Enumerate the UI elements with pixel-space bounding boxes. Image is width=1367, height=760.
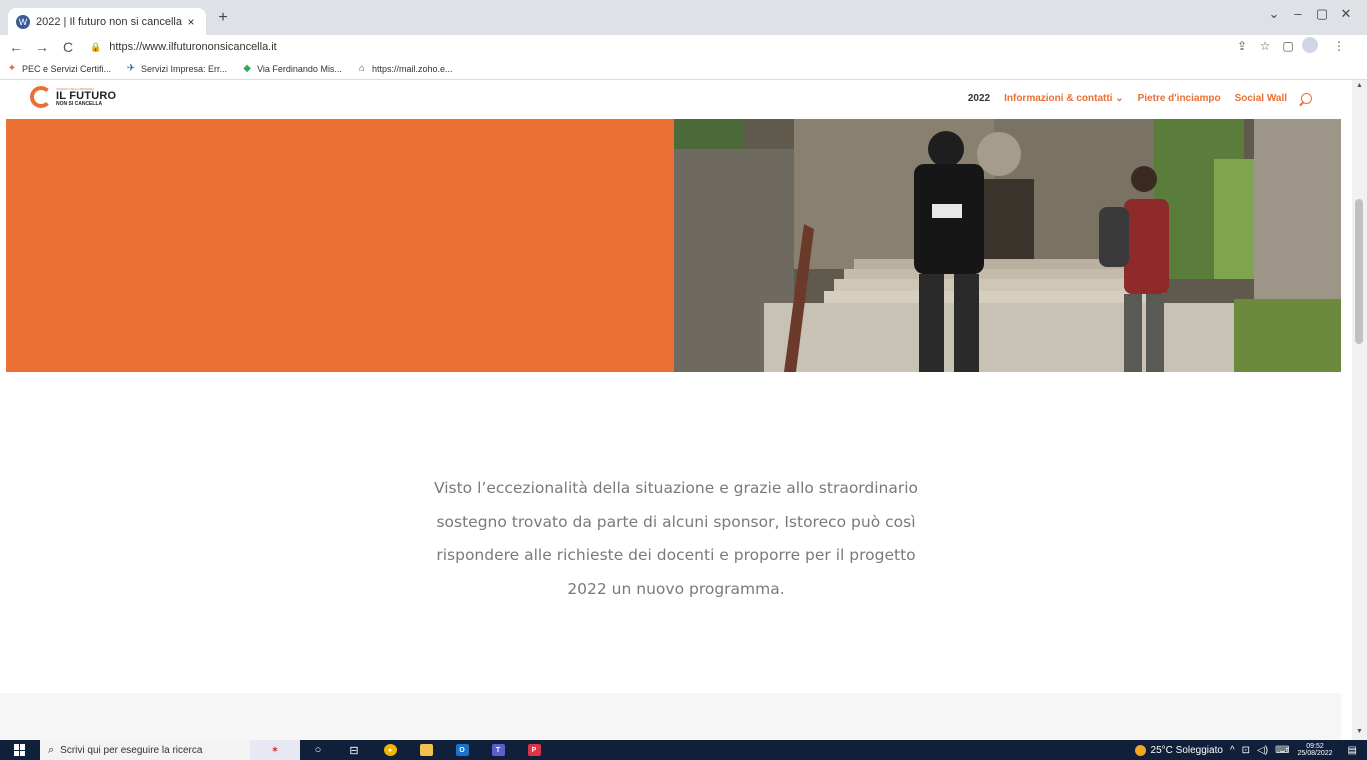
bookmark-label: Servizi Impresa: Err...: [141, 64, 228, 74]
bookmark-zoho-mail[interactable]: ⌂ https://mail.zoho.e...: [356, 63, 453, 75]
intro-paragraph: Visto l’eccezionalità della situazione e…: [433, 479, 919, 598]
system-tray: 25°C Soleggiato ^ ⊡ ◁) ⌨ 09:52 25/08/202…: [1134, 740, 1367, 760]
bookmark-pec[interactable]: ✦ PEC e Servizi Certifi...: [6, 63, 111, 75]
ime-icon[interactable]: ⌨: [1275, 745, 1289, 756]
bookmarks-bar: ✦ PEC e Servizi Certifi... ✈ Servizi Imp…: [0, 59, 1367, 80]
back-button[interactable]: ←: [6, 39, 26, 55]
wordpress-icon: W: [16, 14, 30, 29]
nav-item-pietre[interactable]: Pietre d'inciampo: [1138, 93, 1221, 104]
network-icon[interactable]: ⊡: [1242, 745, 1250, 756]
search-highlight-image[interactable]: ✶: [250, 740, 300, 760]
close-window-button[interactable]: ✕: [1334, 6, 1358, 22]
task-view-icon[interactable]: ⊟: [336, 740, 372, 760]
search-icon[interactable]: [1301, 93, 1312, 104]
scrollbar-thumb[interactable]: [1355, 199, 1363, 344]
bookmark-label: PEC e Servizi Certifi...: [22, 64, 112, 74]
browser-toolbar: ← → C 🔒 https://www.ilfuturononsicancell…: [0, 35, 1367, 59]
clock[interactable]: 09:52 25/08/2022: [1298, 743, 1333, 757]
profile-avatar[interactable]: [1302, 37, 1318, 53]
scroll-up-icon[interactable]: ▲: [1352, 82, 1367, 89]
tab-title: 2022 | Il futuro non si cancella | I: [36, 15, 184, 28]
nav-item-2022[interactable]: 2022: [968, 93, 990, 104]
bookmark-label: https://mail.zoho.e...: [371, 64, 453, 74]
teams-icon[interactable]: T: [480, 740, 516, 760]
windows-logo-icon: [14, 744, 26, 756]
share-icon[interactable]: ⇪: [1233, 39, 1251, 53]
hero-photo: [674, 119, 1341, 372]
browser-tabstrip: W 2022 | Il futuro non si cancella | I ×…: [0, 0, 1367, 35]
bookmark-label: Via Ferdinando Mis...: [257, 64, 342, 74]
clock-time: 09:52: [1306, 743, 1324, 750]
file-explorer-icon[interactable]: [408, 740, 444, 760]
lock-icon: 🔒: [90, 41, 102, 52]
nav-item-informazioni[interactable]: Informazioni & contatti ⌄: [1004, 93, 1124, 104]
browser-menu-icon[interactable]: ⋮: [1330, 39, 1348, 53]
bookmark-maps[interactable]: ◆ Via Ferdinando Mis...: [241, 63, 342, 75]
close-tab-icon[interactable]: ×: [184, 15, 198, 29]
main-nav: 2022 Informazioni & contatti ⌄ Pietre d'…: [954, 93, 1312, 104]
volume-icon[interactable]: ◁): [1257, 745, 1268, 756]
site-logo[interactable]: VIAGGIO DELLA MEMORIA IL FUTURO NON SI C…: [30, 86, 116, 108]
hero-orange-panel: [6, 119, 674, 372]
site-header: VIAGGIO DELLA MEMORIA IL FUTURO NON SI C…: [0, 80, 1352, 119]
taskbar-search-placeholder: Scrivi qui per eseguire la ricerca: [60, 744, 203, 756]
cortana-icon[interactable]: ○: [300, 740, 336, 760]
maximize-button[interactable]: ▢: [1310, 6, 1334, 22]
tray-chevron-icon[interactable]: ^: [1230, 745, 1235, 756]
mail-icon: ⌂: [358, 63, 365, 74]
reload-button[interactable]: C: [58, 39, 78, 55]
notifications-icon[interactable]: ▤: [1348, 745, 1357, 756]
scroll-down-icon[interactable]: ▼: [1352, 728, 1367, 735]
weather-text[interactable]: 25°C Soleggiato: [1151, 745, 1223, 756]
bird-icon: ✈: [126, 63, 136, 74]
windows-taskbar: ⌕ Scrivi qui per eseguire la ricerca ✶ ○…: [0, 740, 1367, 760]
tab-list-icon[interactable]: ⌄: [1262, 6, 1286, 22]
search-icon: ⌕: [48, 743, 55, 756]
minimize-button[interactable]: –: [1286, 6, 1310, 21]
bookmark-servizi-impresa[interactable]: ✈ Servizi Impresa: Err...: [125, 63, 227, 75]
start-button[interactable]: [0, 740, 40, 760]
address-bar[interactable]: 🔒 https://www.ilfuturononsicancella.it: [82, 37, 1252, 57]
star-icon: ✦: [7, 63, 17, 74]
new-tab-button[interactable]: +: [212, 9, 234, 27]
next-section-band: [0, 693, 1341, 740]
logo-text: VIAGGIO DELLA MEMORIA IL FUTURO NON SI C…: [56, 86, 117, 107]
page-scrollbar[interactable]: ▲ ▼: [1352, 80, 1367, 740]
taskbar-search[interactable]: ⌕ Scrivi qui per eseguire la ricerca: [40, 740, 250, 760]
maps-icon: ◆: [243, 63, 251, 74]
side-panel-icon[interactable]: ▢: [1279, 39, 1297, 53]
logo-ring-icon: [30, 86, 52, 108]
nav-item-social-wall[interactable]: Social Wall: [1235, 93, 1287, 104]
hero-photo-illustration: [674, 119, 1341, 372]
chrome-icon[interactable]: ●: [372, 740, 408, 760]
bookmark-star-icon[interactable]: ☆: [1256, 39, 1274, 53]
browser-tab[interactable]: W 2022 | Il futuro non si cancella | I ×: [8, 8, 206, 35]
url-text: https://www.ilfuturononsicancella.it: [109, 41, 277, 53]
clock-date: 25/08/2022: [1297, 750, 1333, 757]
web-page: VIAGGIO DELLA MEMORIA IL FUTURO NON SI C…: [0, 80, 1352, 740]
presentation-icon[interactable]: P: [516, 740, 552, 760]
outlook-icon[interactable]: O: [444, 740, 480, 760]
forward-button[interactable]: →: [32, 39, 52, 55]
weather-sun-icon[interactable]: [1134, 744, 1146, 756]
